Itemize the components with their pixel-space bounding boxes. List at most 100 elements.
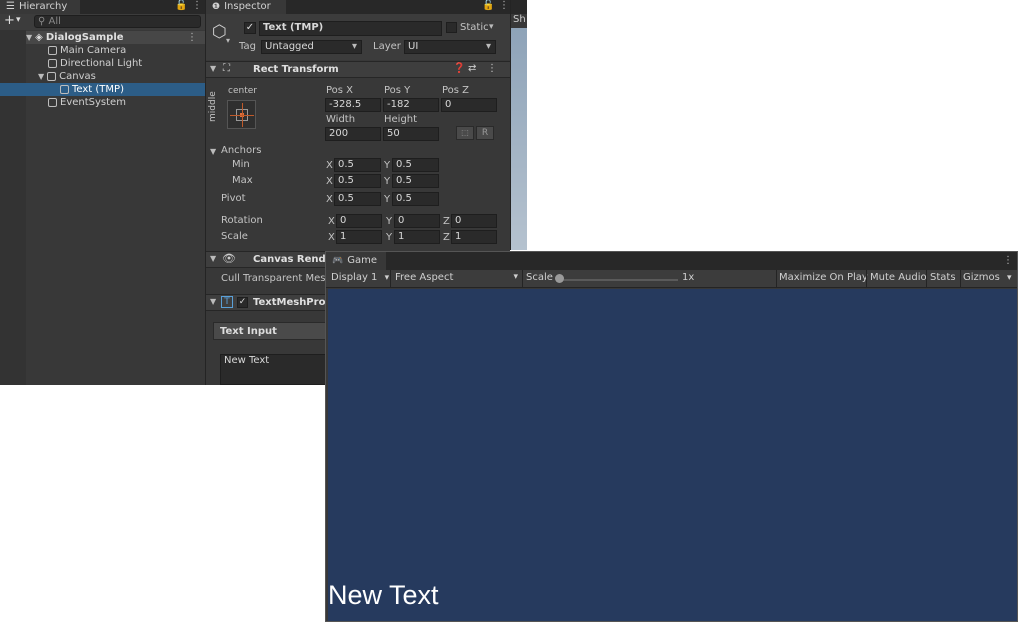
preset-icon[interactable]: ⇄ (468, 63, 476, 74)
scene-tab-strip (511, 0, 527, 14)
tree-item-main-camera[interactable]: Main Camera (48, 44, 126, 57)
scene-viewport[interactable] (511, 28, 527, 250)
toolbar-divider (776, 270, 777, 288)
game-tab[interactable]: 🎮 Game (326, 252, 386, 270)
gameobject-icon (48, 59, 57, 68)
gameobject-icon (60, 85, 69, 94)
pos-x-field[interactable]: -328.5 (325, 98, 381, 112)
kebab-menu-icon[interactable]: ⋮ (192, 0, 202, 11)
min-x-field[interactable]: 0.5 (334, 158, 381, 172)
rect-transform-header[interactable]: ▼ ⛶ Rect Transform ❓ ⇄ ⋮ (206, 61, 510, 78)
scale-slider-handle[interactable] (555, 274, 564, 283)
max-x-field[interactable]: 0.5 (334, 174, 381, 188)
game-tab-strip: 🎮 Game ⋮ (326, 252, 1017, 270)
gamepad-icon: 🎮 (332, 256, 344, 266)
anchors-label[interactable]: Anchors (221, 145, 261, 156)
height-label: Height (384, 114, 418, 125)
scale-z-axis: Z (443, 232, 450, 243)
chevron-down-icon[interactable]: ▾ (226, 36, 230, 45)
scale-slider-track[interactable] (558, 279, 678, 281)
game-viewport[interactable]: New Text (328, 289, 1017, 621)
static-label[interactable]: Static (460, 22, 489, 33)
textmeshpro-enabled-checkbox[interactable]: ✓ (237, 297, 248, 308)
lock-icon[interactable]: 🔓 (482, 0, 494, 11)
object-name-field[interactable]: Text (TMP) (259, 21, 442, 36)
scene-tab-label[interactable]: Sh (513, 14, 526, 25)
max-y-field[interactable]: 0.5 (392, 174, 439, 188)
lock-icon[interactable]: 🔓 (175, 0, 187, 11)
tree-item-text-tmp[interactable]: Text (TMP) (0, 83, 205, 96)
inspector-tab[interactable]: ❶ Inspector (206, 0, 286, 14)
chevron-down-icon: ▾ (1007, 273, 1012, 283)
gizmos-dropdown[interactable]: Gizmos ▾ (963, 272, 1012, 283)
pos-z-field[interactable]: 0 (441, 98, 497, 112)
display-dropdown[interactable]: Display 1 ▾ (331, 272, 389, 283)
anchor-line-v (242, 103, 243, 127)
hierarchy-tab[interactable]: ☰ Hierarchy (0, 0, 80, 14)
anchor-preset-button[interactable] (227, 100, 256, 129)
chevron-down-icon[interactable]: ▾ (489, 22, 494, 32)
blueprint-mode-button[interactable]: ⬚ (456, 126, 474, 140)
min-y-field[interactable]: 0.5 (392, 158, 439, 172)
toolbar-divider (390, 270, 391, 288)
kebab-menu-icon[interactable]: ⋮ (187, 31, 197, 44)
scale-y-field[interactable]: 1 (394, 230, 440, 244)
rotation-z-field[interactable]: 0 (451, 214, 497, 228)
gameobject-icon (47, 72, 57, 81)
tree-item-label: Directional Light (60, 58, 143, 69)
pivot-x-field[interactable]: 0.5 (334, 192, 381, 206)
width-field[interactable]: 200 (325, 127, 381, 141)
width-label: Width (326, 114, 356, 125)
game-toolbar: Display 1 ▾ Free Aspect ▾ Scale 1x Maxim… (326, 270, 1017, 288)
scale-y-axis: Y (386, 232, 393, 243)
rotation-y-field[interactable]: 0 (394, 214, 440, 228)
chevron-down-icon: ▼ (210, 254, 217, 263)
aspect-dropdown[interactable]: Free Aspect ▾ (395, 272, 518, 283)
chevron-down-icon: ▼ (210, 297, 217, 306)
scale-label: Scale (526, 272, 553, 283)
game-canvas-text: New Text (328, 580, 439, 610)
gizmos-label: Gizmos (963, 272, 1000, 283)
scene-row[interactable]: ▼ ◈ DialogSample ⋮ (26, 31, 205, 44)
tag-dropdown[interactable]: Untagged (261, 40, 362, 54)
search-input[interactable]: ⚲ All (34, 15, 201, 28)
mute-audio-button[interactable]: Mute Audio (870, 272, 927, 283)
tree-item-canvas[interactable]: ▼ Canvas (38, 70, 96, 83)
scale-x-axis: X (328, 232, 335, 243)
aspect-value: Free Aspect (395, 272, 454, 283)
pos-z-label: Pos Z (442, 85, 470, 96)
layer-dropdown[interactable]: UI (404, 40, 496, 54)
active-checkbox[interactable]: ✓ (244, 22, 256, 34)
scale-label: Scale (221, 231, 248, 242)
height-field[interactable]: 50 (383, 127, 439, 141)
scene-name: DialogSample (45, 32, 124, 43)
kebab-menu-icon[interactable]: ⋮ (499, 0, 509, 11)
pivot-label: Pivot (221, 193, 246, 204)
tree-item-label: EventSystem (60, 97, 126, 108)
rotation-x-field[interactable]: 0 (336, 214, 382, 228)
stats-button[interactable]: Stats (930, 272, 956, 283)
rotation-label: Rotation (221, 215, 263, 226)
pos-y-field[interactable]: -182 (383, 98, 439, 112)
chevron-down-icon[interactable]: ▾ (16, 15, 21, 25)
raw-edit-button[interactable]: R (476, 126, 494, 140)
add-icon[interactable]: + (4, 14, 15, 28)
chevron-down-icon[interactable]: ▼ (210, 147, 216, 156)
scale-value: 1x (682, 272, 695, 283)
tree-item-directional-light[interactable]: Directional Light (48, 57, 142, 70)
static-checkbox[interactable] (446, 22, 457, 33)
maximize-on-play-button[interactable]: Maximize On Play (779, 272, 868, 283)
scale-x-field[interactable]: 1 (336, 230, 382, 244)
help-icon[interactable]: ❓ (453, 63, 465, 74)
pos-x-label: Pos X (326, 85, 354, 96)
pivot-y-field[interactable]: 0.5 (392, 192, 439, 206)
toolbar-divider (866, 270, 867, 288)
kebab-menu-icon[interactable]: ⋮ (487, 63, 497, 74)
canvas-renderer-title: Canvas Rende (253, 254, 333, 265)
tree-item-eventsystem[interactable]: EventSystem (48, 96, 126, 109)
kebab-menu-icon[interactable]: ⋮ (1003, 255, 1013, 266)
tag-label: Tag (239, 41, 256, 52)
tree-item-label: Main Camera (60, 45, 127, 56)
max-y-axis: Y (384, 176, 391, 187)
scale-z-field[interactable]: 1 (451, 230, 497, 244)
